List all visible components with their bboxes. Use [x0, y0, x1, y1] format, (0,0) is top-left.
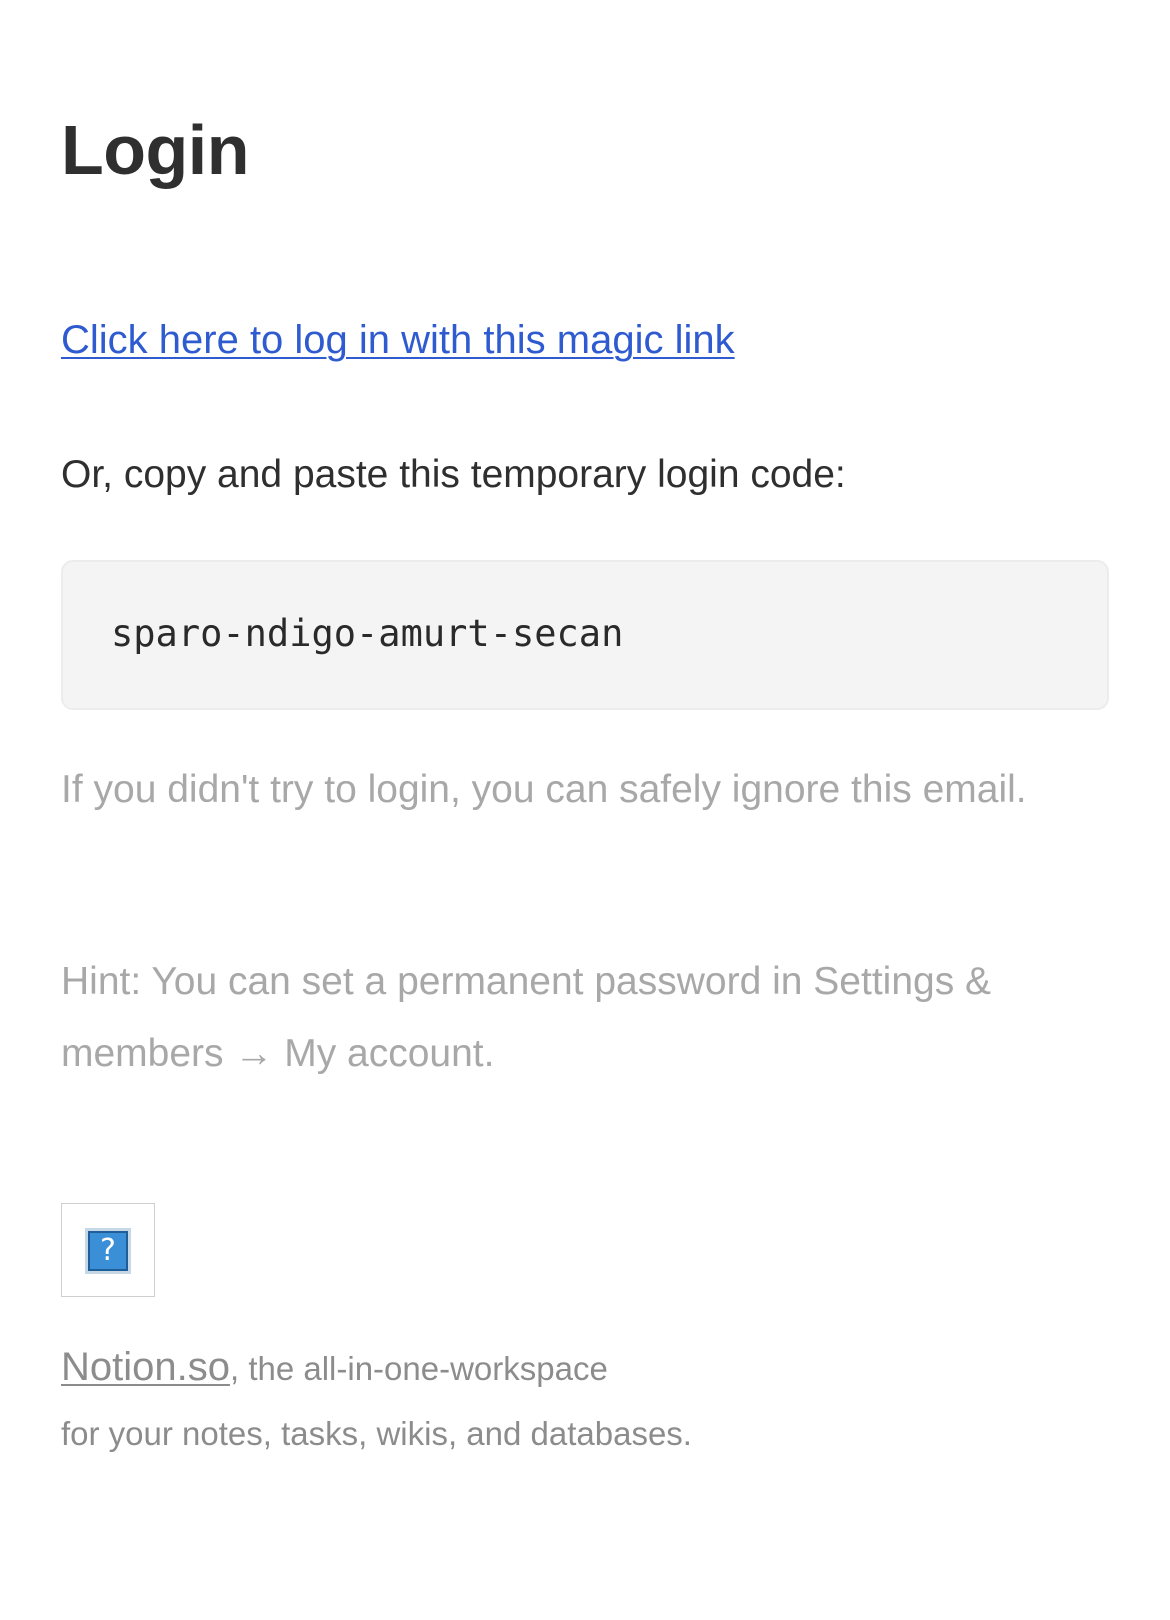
footer-tagline-rest: , the all-in-one-workspace: [229, 1350, 608, 1387]
login-code-box[interactable]: sparo-ndigo-amurt-secan: [61, 560, 1109, 710]
page-title: Login: [61, 111, 249, 189]
footer-description: for your notes, tasks, wikis, and databa…: [61, 1415, 692, 1452]
email-body: Login Click here to log in with this mag…: [61, 0, 1111, 1620]
notion-logo-image: ?: [61, 1203, 155, 1297]
hint-note: Hint: You can set a permanent password i…: [61, 960, 992, 1075]
login-code[interactable]: sparo-ndigo-amurt-secan: [111, 612, 623, 655]
notion-link[interactable]: Notion.so: [61, 1345, 230, 1389]
magic-link[interactable]: Click here to log in with this magic lin…: [61, 318, 735, 363]
code-instructions: Or, copy and paste this temporary login …: [61, 453, 846, 496]
footer-tagline: Notion.so, the all-in-one-workspace: [61, 1345, 1111, 1390]
ignore-note: If you didn't try to login, you can safe…: [61, 768, 1027, 811]
broken-image-icon: ?: [85, 1228, 131, 1274]
